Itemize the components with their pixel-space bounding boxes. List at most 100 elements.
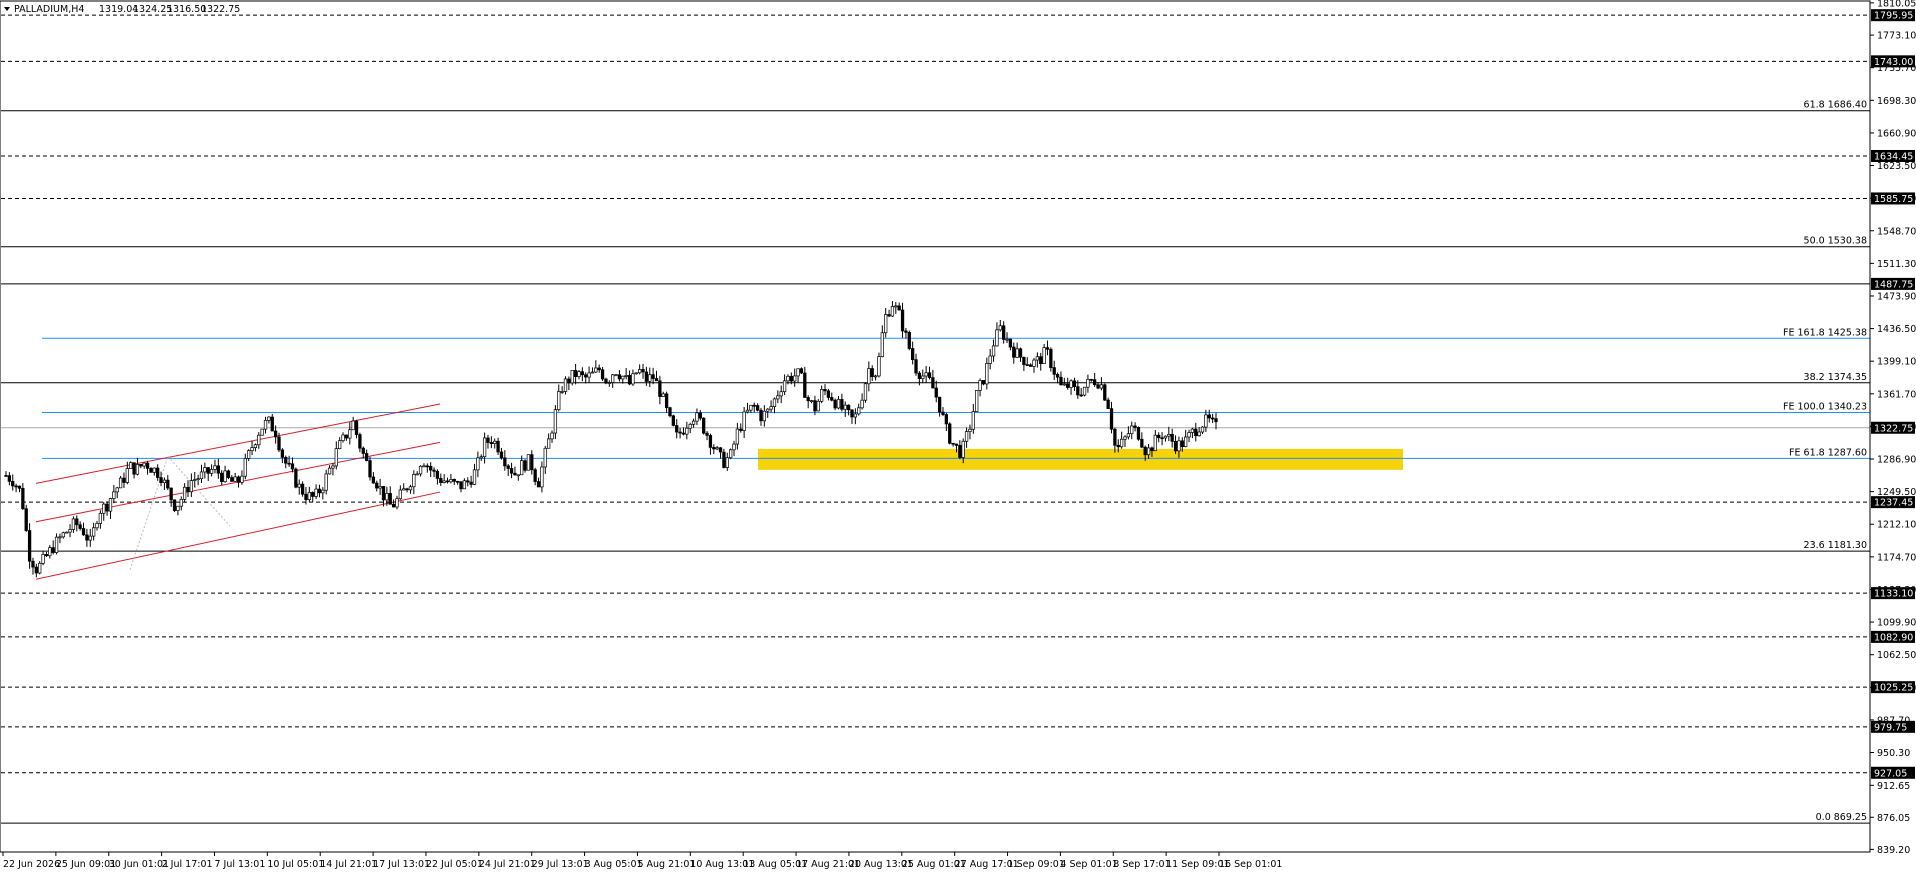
candle-body (675, 425, 679, 433)
candle-body (220, 472, 224, 483)
candle-body (1116, 444, 1120, 448)
candle-body (304, 493, 308, 500)
fib-retracement-label: 38.2 1374.35 (1804, 372, 1867, 383)
candle-body (1210, 417, 1215, 420)
level-price-label: 1082.90 (1874, 632, 1913, 643)
candle-body (557, 391, 561, 411)
candle-body (496, 440, 500, 453)
candle-body (1163, 435, 1168, 439)
candle-body (995, 329, 999, 347)
candle-body (685, 427, 689, 435)
candle-body (698, 412, 702, 419)
candle-body (240, 475, 244, 483)
candle-body (941, 411, 945, 415)
candle-body (1123, 436, 1127, 440)
candle-body (520, 460, 524, 476)
y-tick-label: 1062.50 (1877, 650, 1916, 661)
candle-body (857, 407, 861, 415)
candle-body (1146, 447, 1151, 456)
candle-body (937, 396, 942, 413)
candle-body (11, 481, 15, 487)
y-tick-label: 912.65 (1877, 781, 1910, 792)
candle-body (1214, 418, 1218, 423)
candle-body (112, 491, 116, 499)
candle-body (287, 462, 291, 465)
candle-body (179, 498, 183, 507)
candle-body (897, 305, 901, 311)
candle-body (917, 372, 922, 379)
candle-body (715, 447, 719, 450)
x-tick-label: 10 Jul 05:01 (267, 859, 324, 870)
candle-body (44, 554, 49, 557)
candle-body (7, 475, 12, 482)
candle-body (830, 397, 834, 401)
candle-body (1099, 384, 1104, 389)
candle-body (321, 489, 325, 494)
candle-body (247, 450, 251, 459)
y-tick-label: 1810.05 (1877, 0, 1916, 9)
price-chart[interactable]: 61.8 1686.40 50.0 1530.38 38.2 1374.35 23.6… (0, 0, 1916, 888)
candle-body (98, 512, 103, 524)
candle-body (1055, 373, 1060, 378)
candle-body (1170, 434, 1174, 442)
candle-body (418, 465, 423, 475)
candle-body (388, 493, 392, 505)
candle-body (509, 468, 514, 474)
candle-body (732, 443, 736, 451)
candle-body (402, 488, 406, 491)
candle-body (257, 434, 261, 446)
candle-body (75, 518, 79, 526)
candle-body (1106, 399, 1110, 409)
candle-body (884, 314, 888, 334)
candle-body (415, 473, 419, 476)
candle-body (924, 372, 928, 377)
candle-body (1093, 379, 1097, 386)
candle-body (1012, 346, 1016, 358)
candle-body (1049, 348, 1053, 368)
candle-body (853, 413, 858, 418)
candle-body (422, 465, 426, 468)
x-tick-label: 7 Jul 13:01 (214, 859, 265, 870)
candle-body (307, 492, 311, 500)
candle-body (587, 372, 591, 378)
candle-body (132, 462, 136, 475)
candle-body (823, 389, 827, 392)
x-tick-label: 16 Sep 01:01 (1219, 859, 1282, 870)
candle-body (563, 378, 568, 392)
fib-expansion-label: FE 161.8 1425.38 (1783, 327, 1867, 338)
candle-body (493, 440, 497, 444)
candle-body (577, 371, 581, 377)
candle-body (870, 368, 874, 377)
candle-body (358, 434, 362, 449)
candle-body (546, 438, 551, 449)
candle-body (843, 404, 847, 410)
candle-body (71, 518, 76, 530)
candle-body (439, 478, 443, 483)
candle-body (921, 375, 925, 379)
candle-body (1042, 347, 1046, 365)
candle-body (867, 368, 871, 385)
candle-body (378, 486, 382, 489)
candle-body (1076, 386, 1080, 396)
candle-body (1096, 384, 1100, 389)
candle-body (971, 411, 975, 430)
candle-body (354, 420, 359, 435)
candle-body (4, 475, 8, 477)
collapse-triangle-icon[interactable] (4, 7, 10, 11)
candle-body (243, 457, 247, 477)
candle-body (739, 428, 743, 431)
candle-body (250, 447, 254, 452)
candle-body (85, 534, 89, 541)
candle-body (718, 447, 723, 453)
candle-body (678, 431, 682, 434)
candle-body (624, 375, 628, 377)
candle-body (820, 389, 824, 402)
candle-body (1160, 437, 1164, 440)
candle-body (1018, 348, 1023, 358)
candle-body (122, 477, 126, 483)
candle-body (1005, 338, 1009, 341)
candle-body (482, 437, 487, 458)
candle-body (311, 492, 315, 497)
candle-body (1173, 441, 1178, 452)
candle-body (786, 375, 790, 382)
